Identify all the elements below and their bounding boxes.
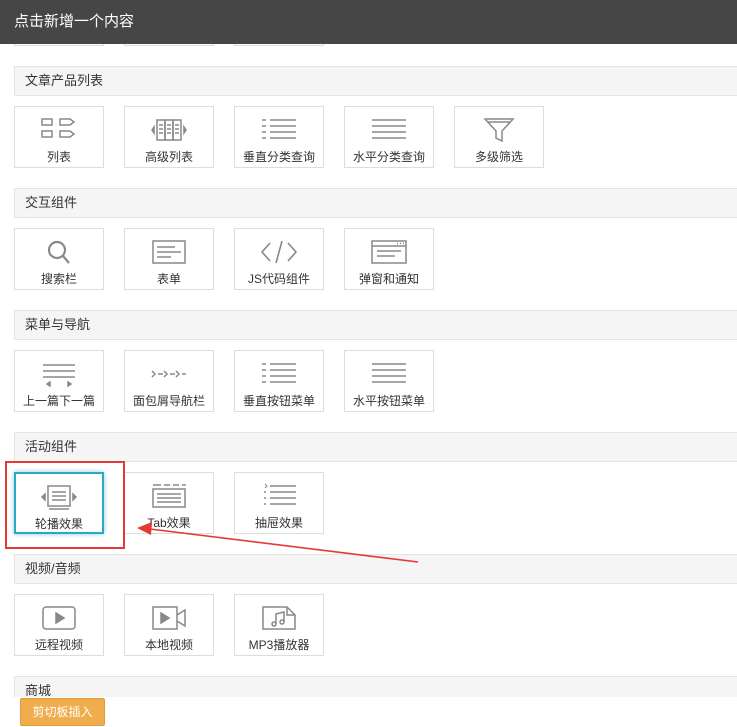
tile-label: 本地视频 [144,638,193,652]
list-icon [39,116,79,144]
tile-label: 上一篇下一篇 [22,394,95,408]
advanced-list-icon [149,116,189,144]
tile-horizontal-category[interactable]: 水平分类查询 [344,106,434,168]
tile-mp3-player[interactable]: MP3播放器 [234,594,324,656]
horizontal-menu-icon [369,360,409,388]
section-activity: 活动组件 轮播效果 Tab效果 抽屉效果 [14,432,737,534]
section-header: 文章产品列表 [14,66,737,96]
tile-prev-next[interactable]: 上一篇下一篇 [14,350,104,412]
tab-icon [149,482,189,510]
tile-label: 搜索栏 [40,272,77,286]
horizontal-category-icon [369,116,409,144]
tile-label: 面包屑导航栏 [132,394,205,408]
tile-form[interactable]: 表单 [124,228,214,290]
tile-remote-video[interactable]: 远程视频 [14,594,104,656]
section-video-audio: 视频/音频 远程视频 本地视频 MP3播放器 [14,554,737,656]
mp3-player-icon [259,604,299,632]
tile-breadcrumb[interactable]: 面包屑导航栏 [124,350,214,412]
tile-multilevel-filter[interactable]: 多级筛选 [454,106,544,168]
footer-bar: 剪切板插入 [0,697,737,727]
tile-label: JS代码组件 [247,272,310,286]
tile-popup-notification[interactable]: 弹窗和通知 [344,228,434,290]
tile-label: 抽屉效果 [254,516,303,530]
section-header: 菜单与导航 [14,310,737,340]
tile-advanced-list[interactable]: 高级列表 [124,106,214,168]
tile-carousel[interactable]: 轮播效果 [14,472,104,534]
local-video-icon [149,604,189,632]
form-icon [149,238,189,266]
remote-video-icon [39,604,79,632]
tile-js-code[interactable]: JS代码组件 [234,228,324,290]
vertical-category-icon [259,116,299,144]
tile-local-video[interactable]: 本地视频 [124,594,214,656]
carousel-icon [39,483,79,511]
tile-label: 垂直分类查询 [242,150,315,164]
tile-drawer[interactable]: 抽屉效果 [234,472,324,534]
drawer-icon [259,482,299,510]
vertical-menu-icon [259,360,299,388]
section-interactive: 交互组件 搜索栏 表单 JS代码组件 弹窗和通知 [14,188,737,290]
tile-label: Tab效果 [147,516,191,530]
tile-label: MP3播放器 [248,638,310,652]
dialog-title: 点击新增一个内容 [0,0,737,44]
tile-search-bar[interactable]: 搜索栏 [14,228,104,290]
tile-label: 水平分类查询 [352,150,425,164]
tile-label: 高级列表 [144,150,193,164]
section-menu-navigation: 菜单与导航 上一篇下一篇 面包屑导航栏 垂直按钮菜单 水平按钮菜单 [14,310,737,412]
tile-vertical-menu[interactable]: 垂直按钮菜单 [234,350,324,412]
popup-icon [369,238,409,266]
search-icon [39,238,79,266]
tile-label: 轮播效果 [34,517,83,531]
tile-label: 远程视频 [34,638,83,652]
component-picker[interactable]: 文章产品列表 列表 高级列表 垂直分类查询 水平分类查询 多级筛选 交互组件 搜… [0,44,737,727]
paste-from-clipboard-button[interactable]: 剪切板插入 [20,698,105,726]
section-article-product-list: 文章产品列表 列表 高级列表 垂直分类查询 水平分类查询 多级筛选 [14,66,737,168]
tile-list[interactable]: 列表 [14,106,104,168]
filter-icon [479,116,519,144]
partial-tile[interactable] [234,44,324,46]
tile-vertical-category[interactable]: 垂直分类查询 [234,106,324,168]
section-header: 交互组件 [14,188,737,218]
tile-label: 列表 [46,150,71,164]
tile-horizontal-menu[interactable]: 水平按钮菜单 [344,350,434,412]
tile-label: 弹窗和通知 [358,272,419,286]
tile-tab[interactable]: Tab效果 [124,472,214,534]
tile-label: 垂直按钮菜单 [242,394,315,408]
breadcrumb-icon [149,360,189,388]
prev-next-icon [39,360,79,388]
section-header: 活动组件 [14,432,737,462]
tile-label: 表单 [156,272,181,286]
partial-tile[interactable] [124,44,214,46]
tile-label: 多级筛选 [474,150,523,164]
code-icon [259,238,299,266]
section-header: 视频/音频 [14,554,737,584]
tile-label: 水平按钮菜单 [352,394,425,408]
partial-tile[interactable] [14,44,104,46]
